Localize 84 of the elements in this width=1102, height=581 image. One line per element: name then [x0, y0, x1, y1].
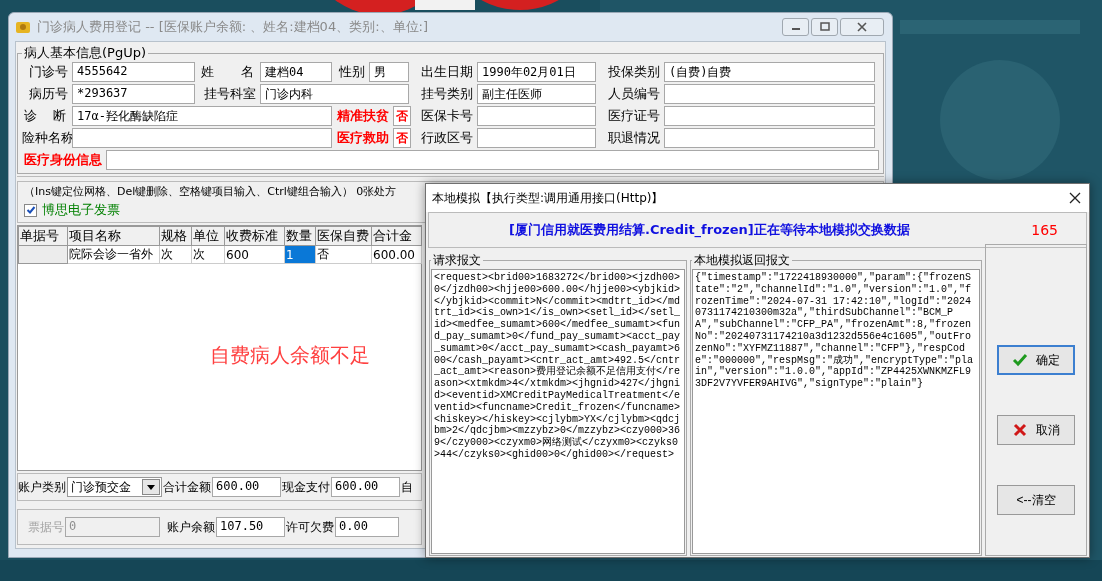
text-field[interactable]	[477, 128, 596, 148]
field-label: 性别	[338, 63, 366, 81]
countdown-number: 165	[1031, 222, 1058, 238]
field-label: 票据号	[28, 518, 64, 536]
table-cell[interactable]: 600.00	[371, 245, 422, 264]
window-title: 门诊病人费用登记 -- [医保账户余额: 、姓名:建档04、类别:、单位:]	[37, 18, 428, 36]
field-label: 精准扶贫	[336, 107, 390, 125]
clear-button[interactable]: <--清空	[997, 485, 1075, 515]
text-field[interactable]	[664, 106, 875, 126]
table-cell[interactable]: 否	[315, 245, 372, 264]
hint-text: （Ins键定位网格、Del键删除、空格键项目输入、Ctrl键组合输入） 0张处方	[24, 184, 398, 199]
text-field[interactable]: 600.00	[331, 477, 400, 497]
dialog-title: 本地模拟【执行类型:调用通用接口(Http)】	[432, 189, 664, 207]
column-header[interactable]: 收费标准	[224, 226, 285, 246]
field-label: 投保类别	[607, 63, 661, 81]
flag-field[interactable]: 否	[393, 106, 411, 126]
close-icon	[857, 22, 867, 32]
field-label: 账户类别	[18, 478, 66, 496]
text-field[interactable]	[72, 128, 332, 148]
account-type-dropdown[interactable]: 门诊预交金	[67, 477, 162, 497]
app-icon	[15, 19, 31, 35]
field-label: 挂号类别	[420, 85, 474, 103]
text-field[interactable]: *293637	[72, 84, 195, 104]
field-label: 病历号	[28, 85, 69, 103]
table-cell[interactable]: 次	[159, 245, 192, 264]
maximize-button[interactable]	[811, 18, 838, 36]
field-label: 挂号科室	[203, 85, 257, 103]
group-title: 本地模拟返回报文	[693, 252, 791, 269]
text-field[interactable]	[106, 150, 879, 170]
text-field[interactable]: 男	[369, 62, 409, 82]
text-field[interactable]	[664, 84, 875, 104]
cross-icon	[1012, 422, 1028, 438]
confirm-button[interactable]: 确定	[997, 345, 1075, 375]
text-field[interactable]	[664, 128, 875, 148]
checkbox-label: 博思电子发票	[42, 201, 120, 219]
field-label: 门诊号	[28, 63, 69, 81]
response-text-area[interactable]: {"timestamp":"1722418930000","param":{"frozenState":"2","channelId":"1.0","version":"1.0","frozenTime":"2024-07-31 17:42:10","logId":"20240731174210300m32a","thirdSubChannel":"BCM_PA","subChannel":"CFP_PA","frozenAmt":8,"frozenNo":"20240731174210a3d1232d556e4c1605","outFrozenNo":"XYFMZ11887","channel":"CFP"},"respCode":"000000","respMsg":"成功","encryptType":"plain","version":"1.0.0","appId":"ZP4425XWNKMZFL93DF2V7YVFER9AHIVG","signType":"plain"}	[692, 269, 980, 554]
table-cell[interactable]: 次	[191, 245, 225, 264]
text-field[interactable]: 4555642	[72, 62, 195, 82]
text-field[interactable]: (自费)自费	[664, 62, 875, 82]
table-cell[interactable]: 院际会诊一省外	[67, 245, 160, 264]
field-label: 人员编号	[607, 85, 661, 103]
field-label: 医疗证号	[607, 107, 661, 125]
checkbox[interactable]	[24, 203, 37, 217]
text-field[interactable]: 副主任医师	[477, 84, 596, 104]
minimize-button[interactable]	[782, 18, 809, 36]
text-field[interactable]	[477, 106, 596, 126]
request-text-area[interactable]: <request><brid00>1683272</brid00><jzdh00>0</jzdh00><hjje00>600.00</hjje00><ybjkid></ybjkid><commit>N</commit><mdtrt_id></mdtrt_id><is_own>1</is_own><setl_id></setl_id><medfee_sumamt>600</medfee_sumamt><fund_pay_sumamt>0</fund_pay_sumamt><acct_pay_sumamt>0</acct_pay_sumamt><cash_payamt>600</cash_payamt><cntr_act_amt>492.5</cntr_act_amt><reason>费用登记余额不足信用支付</reason><xtmkdm>4</xtmkdm><jhgnid>427</jhgnid><eventid>XMCreditPayMedicalTreatment</eventid><funcname>Credit_frozen</funcname><hiskey></hiskey><cjlybm>YX</cjlybm><qdcjbm>2</qdcjbm><mzzybz>0</mzzybz><czy000>369</czy000><czyxm0>网络测试</czyxm0><czyks0>44</czyks0><ghid00>0</ghid00></request>	[431, 269, 685, 554]
field-label: 现金支付	[282, 478, 330, 496]
field-label: 姓 名	[200, 63, 255, 81]
field-label: 医保卡号	[420, 107, 474, 125]
field-label: 账户余额	[167, 518, 215, 536]
maximize-icon	[819, 22, 830, 32]
close-button[interactable]	[840, 18, 884, 36]
warning-message: 自费病人余额不足	[210, 342, 370, 369]
column-header[interactable]: 单位	[191, 226, 225, 246]
field-label: 诊 断	[23, 107, 67, 125]
field-label: 行政区号	[420, 129, 474, 147]
column-header[interactable]: 项目名称	[67, 226, 160, 246]
group-title: 病人基本信息(PgUp)	[23, 44, 147, 62]
table-cell[interactable]: 600	[224, 245, 285, 264]
column-header[interactable]: 数量	[284, 226, 316, 246]
field-label: 许可欠费	[286, 518, 334, 536]
cancel-button[interactable]: 取消	[997, 415, 1075, 445]
flag-field[interactable]: 否	[393, 128, 411, 148]
field-label: 医疗身份信息	[23, 151, 103, 169]
status-text: [厦门信用就医费用结算.Credit_frozen]正在等待本地模拟交换数据	[509, 221, 910, 239]
text-field[interactable]: 600.00	[212, 477, 281, 497]
close-icon[interactable]	[1069, 192, 1081, 204]
column-header[interactable]: 医保自费	[315, 226, 372, 246]
text-field[interactable]: 17α-羟化酶缺陷症	[72, 106, 332, 126]
field-label: 合计金额	[163, 478, 211, 496]
check-icon	[1012, 352, 1028, 368]
field-label: 职退情况	[607, 129, 661, 147]
field-label: 医疗救助	[336, 129, 390, 147]
column-header[interactable]: 单据号	[18, 226, 68, 246]
column-header[interactable]: 合计金	[371, 226, 422, 246]
group-title: 请求报文	[432, 252, 482, 269]
field-label: 自	[401, 478, 413, 496]
column-header[interactable]: 规格	[159, 226, 192, 246]
field-label: 出生日期	[420, 63, 474, 81]
text-field[interactable]: 1990年02月01日	[477, 62, 596, 82]
text-field[interactable]: 建档04	[260, 62, 332, 82]
text-field[interactable]: 门诊内科	[260, 84, 409, 104]
